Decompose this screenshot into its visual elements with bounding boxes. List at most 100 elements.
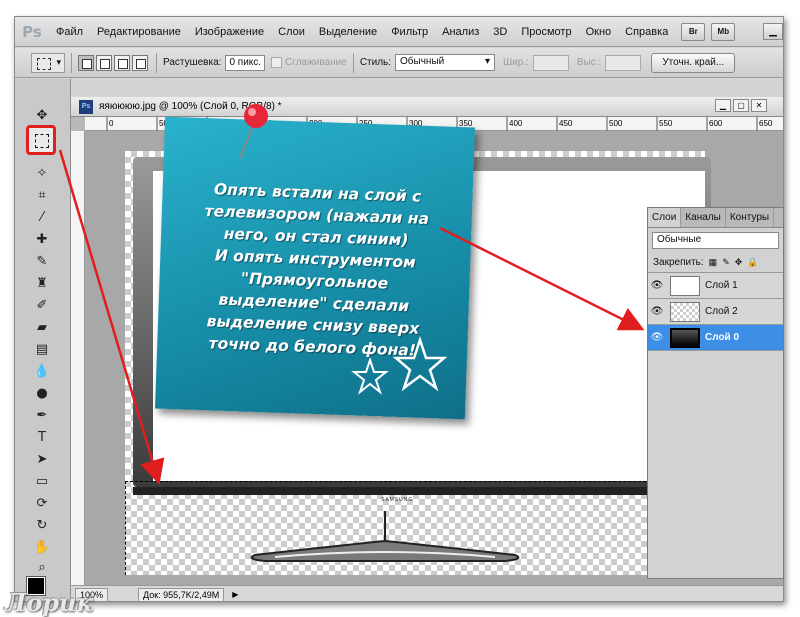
doc-close-icon[interactable]: ✕ bbox=[751, 99, 767, 112]
doc-maximize-icon[interactable]: ▢ bbox=[733, 99, 749, 112]
height-label: Выс.: bbox=[576, 57, 602, 68]
marquee-selection-edge bbox=[125, 481, 126, 575]
tab-paths[interactable]: Контуры bbox=[726, 208, 775, 227]
subtract-selection-icon[interactable] bbox=[114, 54, 130, 71]
layers-panel: Слои Каналы Контуры Обычные Закрепить: ▦… bbox=[647, 207, 784, 579]
intersect-selection-icon[interactable] bbox=[132, 54, 148, 71]
rectangle-tool-icon[interactable]: ▭ bbox=[31, 471, 53, 491]
document-controls: ▁ ▢ ✕ bbox=[713, 99, 767, 112]
tab-channels[interactable]: Каналы bbox=[681, 208, 726, 227]
layers-panel-tabs: Слои Каналы Контуры bbox=[648, 208, 783, 228]
feather-input[interactable]: 0 пикс. bbox=[225, 54, 266, 71]
new-selection-icon[interactable] bbox=[78, 54, 94, 71]
lock-all-icon[interactable]: 🔒 bbox=[747, 257, 758, 268]
bridge-button[interactable]: Br bbox=[681, 22, 706, 41]
layer-row[interactable]: 👁 Слой 2 bbox=[648, 299, 783, 325]
type-tool-icon[interactable]: T bbox=[31, 427, 53, 447]
blend-mode-select[interactable]: Обычные bbox=[652, 232, 779, 249]
lock-row: Закрепить: ▦ ✎ ✥ 🔒 bbox=[648, 253, 783, 273]
tv-stand bbox=[250, 511, 520, 562]
lock-position-icon[interactable]: ✥ bbox=[735, 257, 743, 268]
menu-3d[interactable]: 3D bbox=[486, 26, 514, 38]
crop-tool-icon[interactable]: ⌗ bbox=[31, 185, 53, 205]
ruler-tick-label: 600 bbox=[709, 119, 723, 128]
layer-thumbnail bbox=[670, 275, 700, 296]
3d-orbit-tool-icon[interactable]: ↻ bbox=[31, 515, 53, 535]
tool-preset-picker[interactable] bbox=[31, 52, 65, 73]
menu-filter[interactable]: Фильтр bbox=[384, 26, 435, 38]
ruler-tick-label: 550 bbox=[659, 119, 673, 128]
divider bbox=[156, 52, 157, 73]
layer-name: Слой 2 bbox=[705, 306, 738, 317]
divider bbox=[352, 52, 354, 73]
visibility-eye-icon[interactable]: 👁 bbox=[648, 306, 666, 317]
menu-bar: Ps Файл Редактирование Изображение Слои … bbox=[15, 17, 783, 47]
gradient-tool-icon[interactable]: ▤ bbox=[31, 339, 53, 359]
photoshop-logo: Ps bbox=[22, 22, 42, 41]
pen-tool-icon[interactable]: ✒ bbox=[31, 405, 53, 425]
zoom-tool-icon[interactable]: ⌕ bbox=[31, 557, 53, 577]
ruler-tick-label: 650 bbox=[759, 119, 773, 128]
brush-tool-icon[interactable]: ✎ bbox=[31, 251, 53, 271]
antialias-label: Сглаживание bbox=[285, 57, 347, 68]
menu-layers[interactable]: Слои bbox=[271, 26, 312, 38]
clone-stamp-tool-icon[interactable]: ♜ bbox=[31, 273, 53, 293]
menu-image[interactable]: Изображение bbox=[188, 26, 271, 38]
style-select[interactable]: Обычный bbox=[395, 54, 496, 71]
status-bar: 100% Док: 955,7K/2,49M ▶ bbox=[71, 585, 783, 601]
healing-brush-tool-icon[interactable]: ✚ bbox=[31, 229, 53, 249]
blur-tool-icon[interactable]: 💧 bbox=[31, 361, 53, 381]
3d-rotate-tool-icon[interactable]: ⟳ bbox=[31, 493, 53, 513]
tv-brand-label: SAMSUNG bbox=[381, 497, 414, 503]
width-input[interactable] bbox=[532, 54, 569, 71]
history-brush-tool-icon[interactable]: ✐ bbox=[31, 295, 53, 315]
vertical-ruler bbox=[71, 131, 85, 585]
visibility-eye-icon[interactable]: 👁 bbox=[648, 280, 666, 291]
status-menu-arrow-icon[interactable]: ▶ bbox=[232, 590, 238, 599]
layer-row[interactable]: 👁 Слой 1 bbox=[648, 273, 783, 299]
height-input[interactable] bbox=[605, 54, 642, 71]
eraser-tool-icon[interactable]: ▰ bbox=[31, 317, 53, 337]
add-selection-icon[interactable] bbox=[96, 54, 112, 71]
dodge-tool-icon[interactable]: ● bbox=[31, 383, 53, 403]
tv-bottom-bezel bbox=[133, 487, 711, 495]
minimize-icon[interactable]: ▁ bbox=[763, 23, 783, 40]
mini-bridge-button[interactable]: Mb bbox=[711, 22, 736, 41]
doc-minimize-icon[interactable]: ▁ bbox=[715, 99, 731, 112]
move-tool-icon[interactable]: ✥ bbox=[31, 105, 53, 125]
menu-file[interactable]: Файл bbox=[49, 26, 90, 38]
path-selection-tool-icon[interactable]: ➤ bbox=[31, 449, 53, 469]
stars-decoration-icon bbox=[351, 336, 448, 395]
refine-edge-button[interactable]: Уточн. край... bbox=[651, 52, 736, 73]
menu-edit[interactable]: Редактирование bbox=[90, 26, 188, 38]
hand-tool-icon[interactable]: ✋ bbox=[31, 537, 53, 557]
tab-layers[interactable]: Слои bbox=[648, 208, 682, 227]
doc-size-info: Док: 955,7K/2,49M bbox=[138, 587, 225, 601]
menu-view[interactable]: Просмотр bbox=[514, 26, 578, 38]
document-ps-icon: Ps bbox=[79, 99, 93, 114]
options-bar: Растушевка: 0 пикс. Сглаживание Стиль: О… bbox=[15, 48, 783, 78]
lock-pixels-icon[interactable]: ✎ bbox=[722, 257, 730, 268]
width-label: Шир.: bbox=[503, 57, 529, 68]
visibility-eye-icon[interactable]: 👁 bbox=[648, 332, 666, 343]
style-label: Стиль: bbox=[359, 57, 392, 68]
layer-row-selected[interactable]: 👁 Слой 0 bbox=[648, 325, 783, 351]
push-pin-icon bbox=[239, 104, 268, 159]
lock-label: Закрепить: bbox=[653, 257, 704, 268]
menu-window[interactable]: Окно bbox=[579, 26, 619, 38]
antialias-checkbox[interactable] bbox=[271, 57, 283, 68]
lock-transparency-icon[interactable]: ▦ bbox=[709, 257, 718, 268]
eyedropper-tool-icon[interactable]: ⁄ bbox=[31, 207, 53, 227]
menu-select[interactable]: Выделение bbox=[312, 26, 384, 38]
layer-thumbnail bbox=[670, 301, 700, 322]
tools-panel: ✥ ✧ ⌗ ⁄ ✚ ✎ ♜ ✐ ▰ ▤ 💧 ● ✒ T ➤ ▭ ⟳ ↻ ✋ ⌕ bbox=[15, 79, 71, 601]
menu-analysis[interactable]: Анализ bbox=[435, 26, 486, 38]
window-controls: ▁ bbox=[763, 23, 783, 40]
document-tab[interactable]: Ps яяюююю.jpg @ 100% (Слой 0, RGB/8) * ▁… bbox=[71, 97, 783, 117]
ruler-tick-label: 450 bbox=[559, 119, 573, 128]
quick-selection-tool-icon[interactable]: ✧ bbox=[31, 163, 53, 183]
layer-name: Слой 1 bbox=[705, 280, 738, 291]
rectangular-marquee-tool-icon[interactable] bbox=[26, 125, 56, 155]
menu-help[interactable]: Справка bbox=[618, 26, 675, 38]
marquee-selection bbox=[125, 481, 711, 483]
